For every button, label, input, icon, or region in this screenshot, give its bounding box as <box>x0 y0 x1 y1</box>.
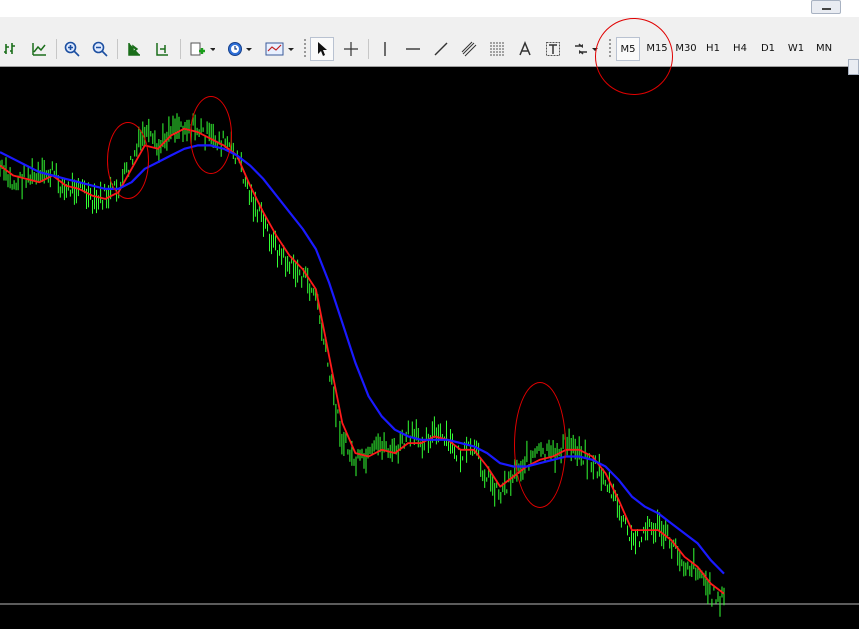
equidistant-channel-icon[interactable] <box>458 37 480 61</box>
text-label-icon[interactable] <box>514 37 536 61</box>
horizontal-line-icon[interactable] <box>402 37 424 61</box>
timeframe-h1-button[interactable]: H1 <box>702 37 724 61</box>
toolbar-separator <box>56 39 57 59</box>
periods-clock-icon[interactable] <box>224 37 256 61</box>
toolbar-separator <box>117 39 118 59</box>
annotation-circle <box>514 382 566 508</box>
crosshair-icon[interactable] <box>340 37 362 61</box>
chart-toolbar: M5 M15 M30 H1 H4 D1 W1 MN <box>0 17 859 75</box>
line-chart-icon[interactable] <box>28 37 50 61</box>
timeframe-h4-button[interactable]: H4 <box>729 37 751 61</box>
toolbar-grip[interactable] <box>304 39 306 59</box>
zoom-out-icon[interactable] <box>89 37 111 61</box>
chart-shift-icon[interactable] <box>151 37 173 61</box>
bar-chart-icon[interactable] <box>0 37 22 61</box>
toolbar-separator <box>368 39 369 59</box>
timeframe-m30-button[interactable]: M30 <box>673 37 699 61</box>
annotation-circle <box>107 122 149 199</box>
cursor-icon[interactable] <box>310 37 334 61</box>
window-titlebar <box>0 0 859 17</box>
templates-icon[interactable] <box>262 37 298 61</box>
fibonacci-icon[interactable] <box>486 37 508 61</box>
annotation-circle <box>595 18 673 95</box>
auto-scroll-icon[interactable] <box>123 37 145 61</box>
timeframe-mn-button[interactable]: MN <box>812 37 836 61</box>
trendline-icon[interactable] <box>430 37 452 61</box>
timeframe-w1-button[interactable]: W1 <box>784 37 808 61</box>
annotation-circle <box>190 96 232 174</box>
zoom-in-icon[interactable] <box>61 37 83 61</box>
slow-moving-average-line <box>0 144 725 575</box>
minimize-button[interactable] <box>811 0 841 14</box>
timeframe-d1-button[interactable]: D1 <box>757 37 779 61</box>
indicators-icon[interactable] <box>186 37 218 61</box>
toolbar-separator <box>180 39 181 59</box>
vertical-line-icon[interactable] <box>374 37 396 61</box>
text-box-icon[interactable] <box>542 37 564 61</box>
